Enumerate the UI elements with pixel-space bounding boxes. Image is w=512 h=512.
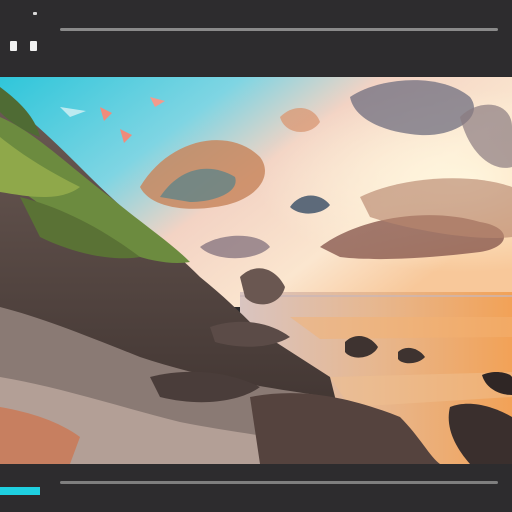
player-controls (0, 464, 512, 512)
title-bar (0, 0, 512, 76)
seek-track[interactable] (60, 481, 498, 484)
forward-button[interactable] (30, 41, 37, 51)
coastal-sunset-photo (0, 77, 512, 464)
progress-bar[interactable] (0, 487, 40, 495)
image-viewer-window (0, 0, 512, 512)
progress-fill (0, 487, 40, 495)
photo-viewport[interactable] (0, 77, 512, 464)
menu-dot-icon[interactable] (33, 12, 37, 15)
back-button[interactable] (10, 41, 17, 51)
address-bar[interactable] (60, 28, 498, 31)
